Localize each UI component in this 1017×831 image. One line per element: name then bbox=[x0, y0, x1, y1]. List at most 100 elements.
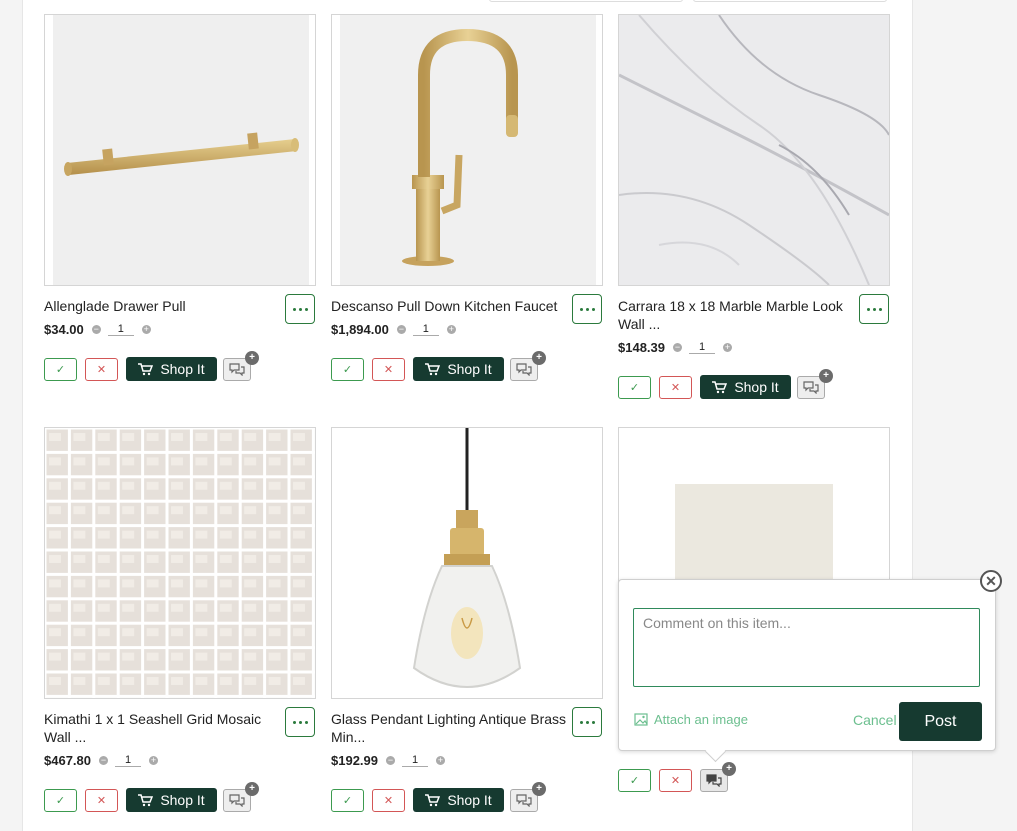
comment-textarea[interactable] bbox=[633, 608, 980, 687]
cart-icon bbox=[712, 380, 728, 393]
approve-button[interactable]: ✓ bbox=[331, 357, 364, 381]
more-icon bbox=[579, 720, 583, 724]
product-image[interactable] bbox=[618, 14, 890, 286]
quantity-input[interactable] bbox=[689, 341, 715, 354]
comment-button[interactable]: + bbox=[223, 781, 259, 812]
comment-button[interactable]: + bbox=[510, 350, 546, 381]
approve-button[interactable]: ✓ bbox=[618, 375, 651, 399]
more-icon bbox=[292, 307, 296, 311]
cart-icon bbox=[138, 362, 154, 375]
action-row: ✓ ✕ Shop It + bbox=[44, 350, 259, 381]
increase-qty-button[interactable]: + bbox=[149, 756, 158, 765]
decrease-qty-button[interactable]: − bbox=[673, 343, 682, 352]
cart-icon bbox=[138, 793, 154, 806]
shop-it-button[interactable]: Shop It bbox=[413, 788, 504, 812]
reject-button[interactable]: ✕ bbox=[372, 357, 405, 381]
increase-qty-button[interactable]: + bbox=[436, 756, 445, 765]
price-row: $192.99 − + bbox=[331, 753, 445, 768]
check-icon: ✓ bbox=[342, 794, 353, 807]
add-comment-badge[interactable]: + bbox=[245, 350, 259, 365]
quantity-input[interactable] bbox=[402, 754, 428, 767]
product-name[interactable]: Kimathi 1 x 1 Seashell Grid Mosaic Wall … bbox=[44, 710, 280, 746]
decrease-qty-button[interactable]: − bbox=[91, 325, 101, 334]
top-tab[interactable] bbox=[489, 0, 683, 2]
product-name[interactable]: Descanso Pull Down Kitchen Faucet bbox=[331, 297, 567, 315]
more-options-button[interactable] bbox=[285, 294, 315, 324]
comment-button[interactable]: + bbox=[797, 368, 833, 399]
comment-icon bbox=[706, 774, 722, 787]
approve-button[interactable]: ✓ bbox=[618, 769, 651, 792]
comment-button[interactable]: + bbox=[510, 781, 546, 812]
shop-it-button[interactable]: Shop It bbox=[413, 357, 504, 381]
action-row: ✓ ✕ Shop It + bbox=[331, 781, 546, 812]
approve-button[interactable]: ✓ bbox=[331, 788, 364, 812]
add-comment-badge[interactable]: + bbox=[722, 762, 736, 776]
more-icon bbox=[292, 720, 296, 724]
decrease-qty-button[interactable]: − bbox=[386, 756, 395, 765]
decrease-qty-button[interactable]: − bbox=[99, 756, 108, 765]
increase-qty-button[interactable]: + bbox=[723, 343, 732, 352]
reject-button[interactable]: ✕ bbox=[659, 375, 692, 399]
comment-icon bbox=[516, 793, 532, 807]
comment-button[interactable]: + bbox=[700, 762, 736, 792]
action-row: ✓ ✕ Shop It + bbox=[618, 368, 833, 399]
comment-icon bbox=[803, 380, 819, 394]
reject-button[interactable]: ✕ bbox=[85, 788, 118, 812]
quantity-input[interactable] bbox=[107, 323, 134, 336]
shop-it-button[interactable]: Shop It bbox=[700, 375, 791, 399]
shop-it-button[interactable]: Shop It bbox=[126, 788, 217, 812]
more-options-button[interactable] bbox=[572, 294, 602, 324]
product-card: Descanso Pull Down Kitchen Faucet $1,894… bbox=[331, 14, 603, 381]
product-price: $467.80 bbox=[44, 753, 91, 768]
product-name[interactable]: Carrara 18 x 18 Marble Marble Look Wall … bbox=[618, 297, 854, 333]
cancel-link[interactable]: Cancel bbox=[853, 712, 897, 728]
comment-icon bbox=[516, 362, 532, 376]
comment-button[interactable]: + bbox=[223, 350, 259, 381]
shop-it-label: Shop It bbox=[160, 361, 205, 377]
more-options-button[interactable] bbox=[572, 707, 602, 737]
add-comment-badge[interactable]: + bbox=[819, 368, 833, 383]
product-image[interactable] bbox=[44, 14, 316, 286]
product-price: $1,894.00 bbox=[331, 322, 389, 337]
more-options-button[interactable] bbox=[859, 294, 889, 324]
increase-qty-button[interactable]: + bbox=[141, 325, 151, 334]
attach-image-label: Attach an image bbox=[654, 712, 748, 727]
price-row: $34.00 − + bbox=[44, 322, 151, 337]
add-comment-badge[interactable]: + bbox=[532, 781, 546, 796]
reject-button[interactable]: ✕ bbox=[659, 769, 692, 792]
product-image[interactable] bbox=[331, 427, 603, 699]
add-comment-badge[interactable]: + bbox=[532, 350, 546, 365]
quantity-input[interactable] bbox=[412, 323, 439, 336]
more-icon bbox=[866, 307, 870, 311]
product-card: Carrara 18 x 18 Marble Marble Look Wall … bbox=[618, 14, 890, 399]
shop-it-button[interactable]: Shop It bbox=[126, 357, 217, 381]
approve-button[interactable]: ✓ bbox=[44, 788, 77, 812]
post-button[interactable]: Post bbox=[899, 702, 982, 741]
reject-button[interactable]: ✕ bbox=[85, 357, 118, 381]
top-tab[interactable] bbox=[693, 0, 887, 2]
image-icon bbox=[634, 713, 648, 726]
decrease-qty-button[interactable]: − bbox=[396, 325, 406, 334]
add-comment-badge[interactable]: + bbox=[245, 781, 259, 796]
x-icon: ✕ bbox=[383, 794, 394, 807]
product-image[interactable] bbox=[331, 14, 603, 286]
approve-button[interactable]: ✓ bbox=[44, 357, 77, 381]
check-icon: ✓ bbox=[342, 363, 353, 376]
shop-it-label: Shop It bbox=[734, 379, 779, 395]
x-icon: ✕ bbox=[670, 381, 681, 394]
close-icon[interactable]: ✕ bbox=[980, 570, 1002, 592]
comment-popover: Attach an image Cancel Post bbox=[618, 579, 996, 763]
attach-image-link[interactable]: Attach an image bbox=[634, 712, 748, 727]
product-price: $192.99 bbox=[331, 753, 378, 768]
product-price: $34.00 bbox=[44, 322, 84, 337]
more-options-button[interactable] bbox=[285, 707, 315, 737]
action-row: ✓ ✕ Shop It + bbox=[331, 350, 546, 381]
product-name[interactable]: Allenglade Drawer Pull bbox=[44, 297, 280, 315]
product-image[interactable] bbox=[44, 427, 316, 699]
price-row: $467.80 − + bbox=[44, 753, 158, 768]
increase-qty-button[interactable]: + bbox=[446, 325, 456, 334]
x-icon: ✕ bbox=[96, 794, 107, 807]
product-name[interactable]: Glass Pendant Lighting Antique Brass Min… bbox=[331, 710, 567, 746]
reject-button[interactable]: ✕ bbox=[372, 788, 405, 812]
quantity-input[interactable] bbox=[115, 754, 141, 767]
